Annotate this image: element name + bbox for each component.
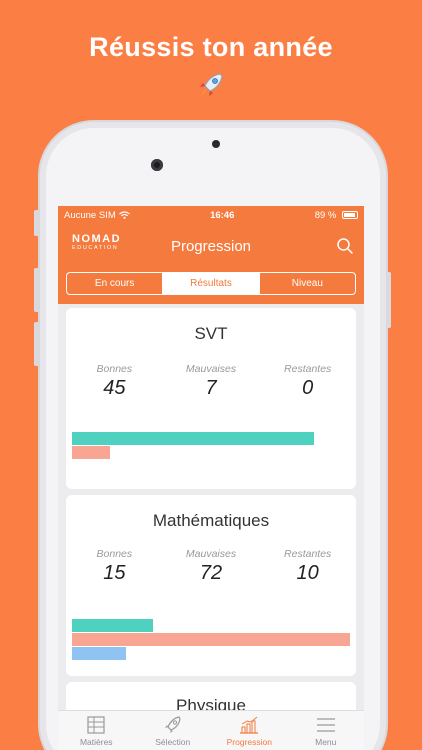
volume-up-button [34, 268, 39, 312]
subject-card-svt[interactable]: SVT Bonnes 45 Mauvaises 7 Restantes 0 [66, 308, 356, 489]
good-bar [72, 619, 153, 632]
tab-resultats[interactable]: Résultats [163, 273, 260, 294]
good-count: 15 [103, 562, 126, 584]
segmented-control: En cours Résultats Niveau [66, 272, 356, 295]
bad-label: Mauvaises [185, 548, 237, 560]
tab-progression[interactable]: Progression [211, 711, 288, 750]
subject-title: Mathématiques [152, 511, 270, 530]
app-screen: Aucune SIM 16:46 89 % NOMAD EDUCATION Pr… [58, 206, 364, 750]
remaining-bar [72, 647, 126, 660]
tab-label: Sélection [155, 737, 191, 747]
remaining-count: 10 [296, 562, 319, 584]
wifi-icon [118, 211, 130, 219]
subject-title: SVT [194, 324, 228, 343]
good-bar [72, 432, 314, 445]
bad-label: Mauvaises [185, 363, 237, 375]
battery-icon [341, 210, 358, 219]
tab-niveau[interactable]: Niveau [260, 273, 355, 294]
bad-count: 7 [205, 377, 217, 399]
tab-label: Progression [226, 737, 272, 747]
good-label: Bonnes [96, 548, 133, 560]
bad-count: 72 [199, 562, 223, 584]
bad-bar [72, 633, 350, 646]
logo-bottom: EDUCATION [72, 245, 119, 251]
chart-icon [240, 716, 259, 734]
remaining-label: Restantes [284, 548, 332, 560]
segment-bar: En cours Résultats Niveau [58, 268, 364, 304]
books-icon [87, 716, 105, 734]
power-button [386, 272, 391, 328]
remaining-label: Restantes [284, 363, 332, 375]
results-list[interactable]: SVT Bonnes 45 Mauvaises 7 Restantes 0 Ma… [58, 304, 364, 742]
rocket-emoji [0, 70, 422, 107]
good-count: 45 [103, 377, 126, 399]
tab-menu[interactable]: Menu [288, 711, 365, 750]
search-icon[interactable] [336, 237, 354, 255]
clock: 16:46 [210, 209, 235, 221]
promo-title: Réussis ton année [89, 32, 333, 62]
bad-bar [72, 446, 110, 459]
hamburger-icon [316, 718, 335, 732]
rocket-icon [164, 716, 181, 733]
mute-switch [34, 210, 39, 236]
tab-label: Menu [315, 737, 337, 747]
tab-selection[interactable]: Sélection [135, 711, 212, 750]
front-camera [151, 159, 163, 171]
earpiece [212, 140, 220, 148]
rocket-icon [200, 73, 223, 97]
nomad-logo: NOMAD EDUCATION [72, 234, 121, 252]
tab-matieres[interactable]: Matières [58, 711, 135, 750]
carrier-label: Aucune SIM [64, 209, 116, 221]
good-label: Bonnes [96, 363, 133, 375]
subject-card-mathematiques[interactable]: Mathématiques Bonnes 15 Mauvaises 72 Res… [66, 495, 356, 676]
logo-top: NOMAD [72, 233, 122, 245]
remaining-count: 0 [302, 377, 314, 399]
tab-label: Matières [79, 737, 113, 747]
tab-bar: Matières Sélection Progression Menu [58, 710, 364, 750]
battery-level: 89 % [314, 209, 337, 221]
tab-en-cours[interactable]: En cours [67, 273, 164, 294]
volume-down-button [34, 322, 39, 366]
status-bar: Aucune SIM 16:46 89 % [58, 206, 364, 224]
nav-bar: NOMAD EDUCATION Progression [58, 224, 364, 268]
